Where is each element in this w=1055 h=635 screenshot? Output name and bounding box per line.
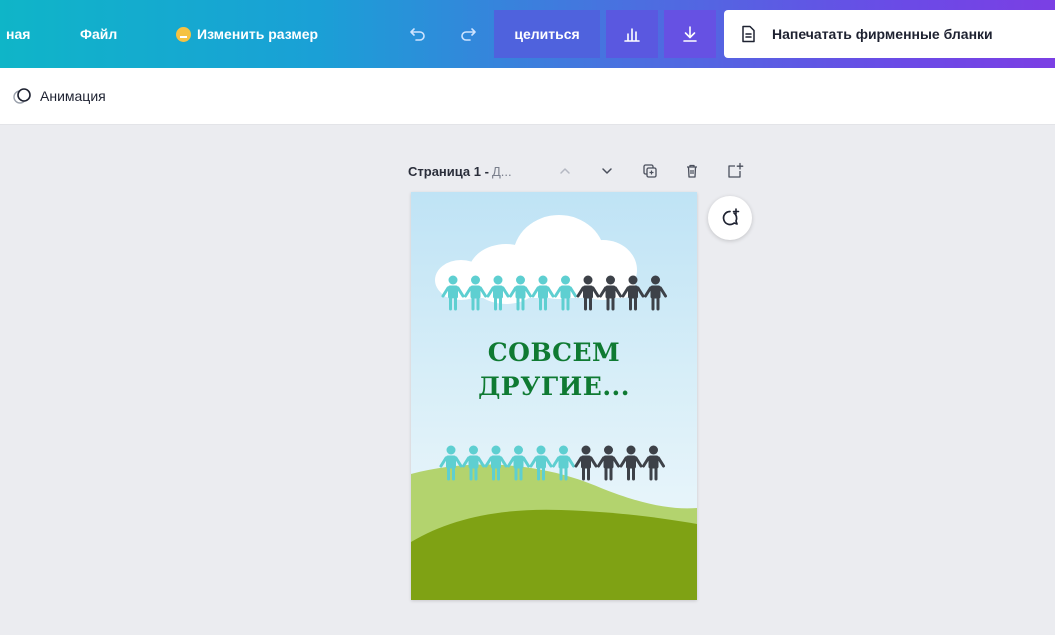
person-figure: [574, 445, 598, 481]
page-title[interactable]: Страница 1 -: [408, 164, 489, 179]
stats-icon: [624, 28, 640, 42]
document-icon: [742, 25, 755, 43]
duplicate-icon: [643, 164, 657, 178]
secondary-toolbar: Анимация: [0, 68, 1055, 125]
person-figure: [554, 275, 577, 311]
headline[interactable]: СОВСЕМ ДРУГИЕ...: [411, 336, 697, 404]
people-row-bottom[interactable]: [411, 442, 697, 482]
resize-label: Изменить размер: [197, 26, 319, 42]
person-figure: [621, 275, 645, 311]
person-figure: [462, 445, 485, 481]
delete-page-button[interactable]: [682, 158, 702, 184]
person-figure: [529, 445, 553, 481]
undo-icon: [410, 28, 425, 41]
person-figure: [644, 275, 667, 311]
add-page-button[interactable]: [724, 158, 746, 184]
person-figure: [486, 275, 510, 311]
undo-button[interactable]: [404, 0, 432, 68]
add-comment-button[interactable]: [708, 196, 752, 240]
comment-add-icon: [722, 208, 740, 226]
person-figure: [531, 275, 555, 311]
redo-button[interactable]: [454, 0, 482, 68]
chevron-down-icon: [602, 168, 612, 174]
crown-icon: [176, 26, 191, 42]
share-label: целиться: [514, 26, 580, 42]
redo-icon: [461, 28, 476, 41]
download-icon: [683, 26, 697, 42]
person-figure: [619, 445, 643, 481]
add-page-icon: [728, 162, 744, 178]
home-label: ная: [6, 26, 31, 42]
home-menu[interactable]: ная: [6, 0, 30, 68]
top-bar: ная Файл Изменить размер целиться Напеча…: [0, 0, 1055, 68]
person-figure: [507, 445, 530, 481]
person-figure: [484, 445, 508, 481]
file-label: Файл: [80, 26, 118, 42]
design-canvas[interactable]: СОВСЕМ ДРУГИЕ...: [411, 192, 697, 600]
person-figure: [464, 275, 487, 311]
print-label: Напечатать фирменные бланки: [772, 26, 993, 42]
share-button[interactable]: целиться: [494, 10, 600, 58]
insights-button[interactable]: [606, 10, 658, 58]
animation-button[interactable]: Анимация: [12, 82, 106, 110]
people-row-top[interactable]: [411, 272, 697, 312]
person-figure: [552, 445, 575, 481]
hill-dark: [411, 509, 697, 600]
move-page-up-button[interactable]: [555, 158, 575, 184]
headline-line-1: СОВСЕМ: [487, 338, 621, 367]
person-figure: [597, 445, 620, 481]
animation-label: Анимация: [40, 88, 106, 104]
duplicate-page-button[interactable]: [640, 158, 660, 184]
animation-icon: [13, 88, 31, 104]
file-menu[interactable]: Файл: [80, 0, 117, 68]
person-figure: [439, 445, 463, 481]
person-figure: [441, 275, 465, 311]
print-letterhead-button[interactable]: Напечатать фирменные бланки: [724, 10, 1055, 58]
resize-button[interactable]: Изменить размер: [176, 0, 318, 68]
chevron-up-icon: [560, 168, 570, 174]
person-figure: [576, 275, 600, 311]
download-button[interactable]: [664, 10, 716, 58]
trash-icon: [687, 164, 697, 178]
person-figure: [642, 445, 665, 481]
move-page-down-button[interactable]: [597, 158, 617, 184]
page-subtitle[interactable]: Д...: [492, 164, 512, 179]
page-header: Страница 1 - Д...: [408, 158, 512, 184]
headline-line-2: ДРУГИЕ...: [478, 372, 630, 401]
person-figure: [599, 275, 622, 311]
person-figure: [509, 275, 532, 311]
